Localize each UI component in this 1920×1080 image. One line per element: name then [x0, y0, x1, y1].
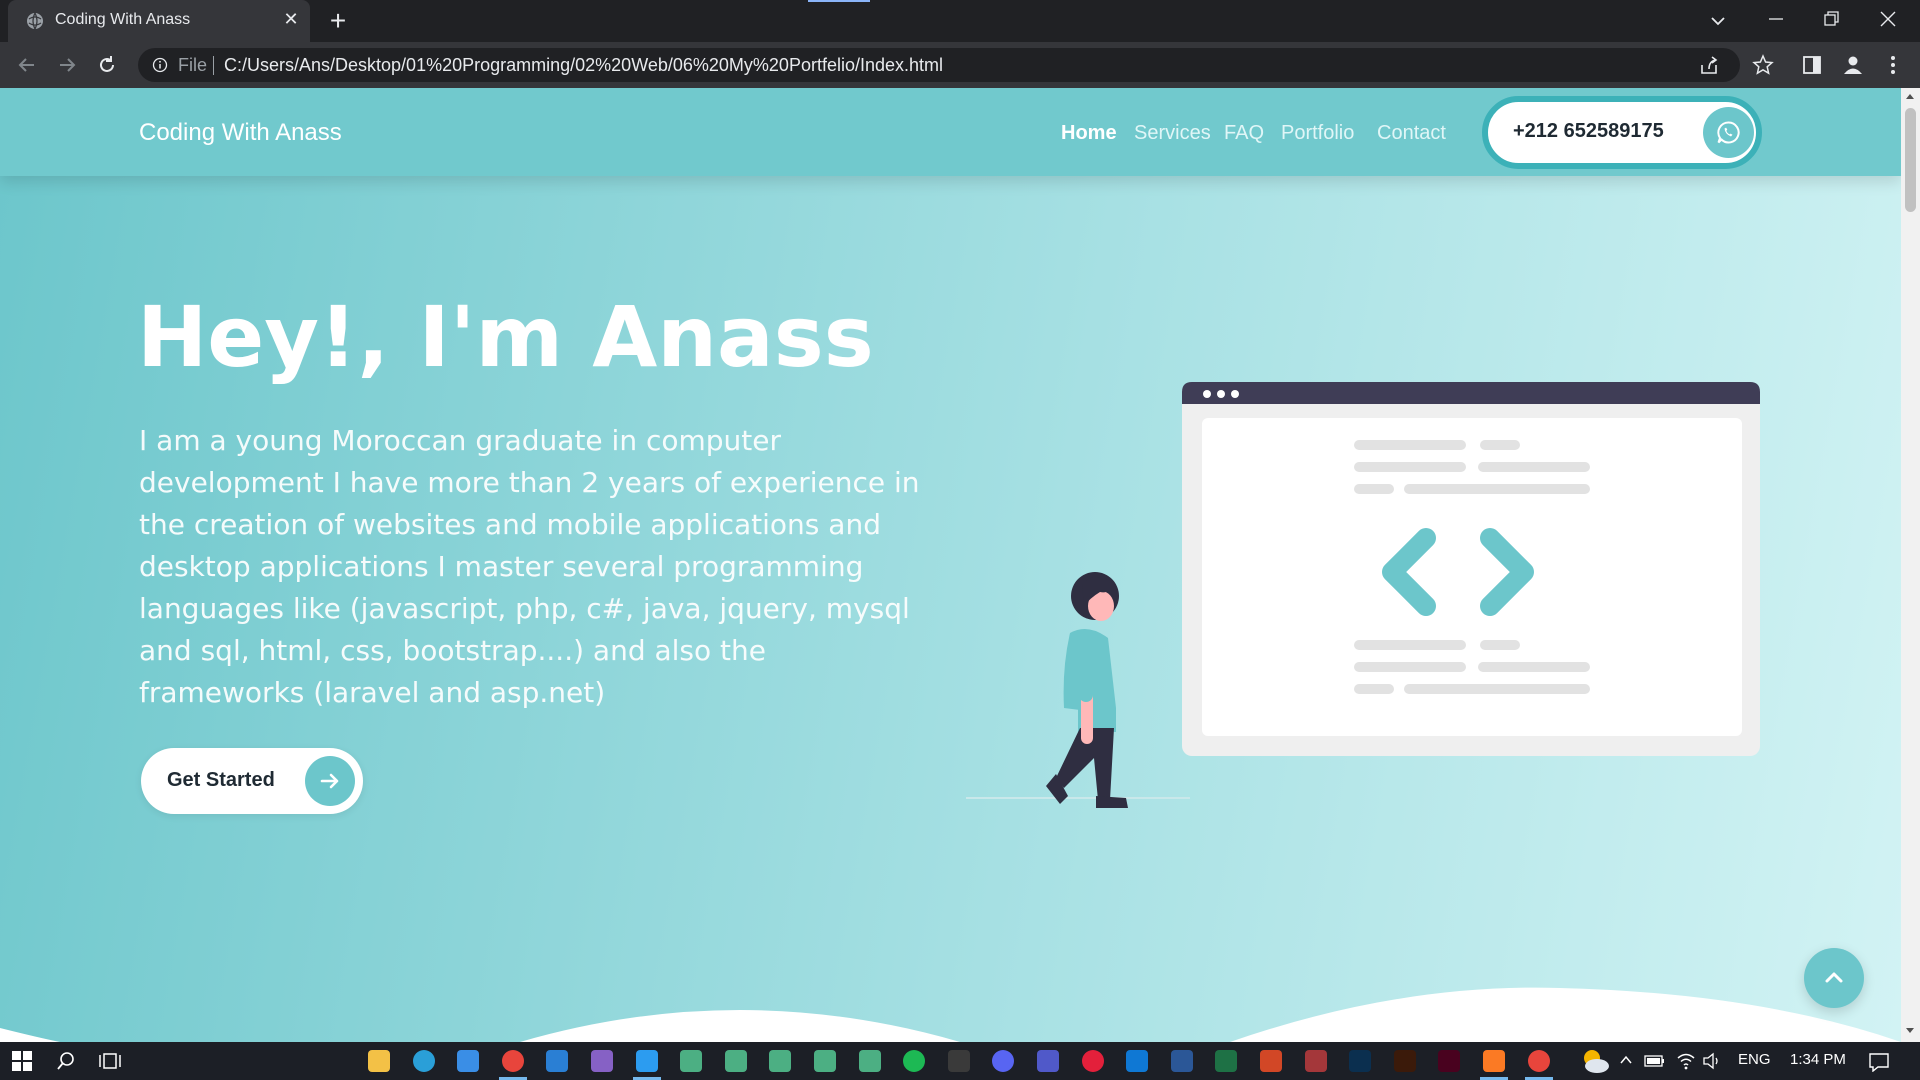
search-icon[interactable] [56, 1051, 76, 1071]
scroll-to-top-button[interactable] [1804, 948, 1864, 1008]
language-indicator[interactable]: ENG [1738, 1051, 1771, 1068]
developer-illustration [966, 382, 1760, 808]
app-icon[interactable] [680, 1050, 702, 1072]
menu-kebab-icon[interactable] [1882, 54, 1904, 76]
tab-title: Coding With Anass [55, 11, 191, 28]
nav-home[interactable]: Home [1061, 122, 1117, 145]
battery-icon[interactable] [1644, 1054, 1666, 1068]
weather-icon[interactable] [1580, 1048, 1610, 1074]
forward-arrow-icon[interactable] [54, 52, 80, 78]
visual-studio-icon[interactable] [591, 1050, 613, 1072]
chevron-up-icon [1825, 972, 1843, 983]
spotify-icon[interactable] [903, 1050, 925, 1072]
nav-contact[interactable]: Contact [1377, 122, 1446, 145]
cta-arrow-circle [305, 756, 355, 806]
windows-start-icon[interactable] [12, 1051, 32, 1071]
wifi-icon[interactable] [1676, 1052, 1696, 1070]
notification-icon[interactable] [1868, 1052, 1890, 1072]
chrome-icon[interactable] [1528, 1050, 1550, 1072]
address-bar[interactable]: File C:/Users/Ans/Desktop/01%20Programmi… [138, 48, 1740, 82]
app-icon[interactable] [769, 1050, 791, 1072]
opera-icon[interactable] [1082, 1050, 1104, 1072]
close-icon [1880, 11, 1896, 27]
globe-icon [27, 12, 43, 30]
browser-tab-strip: Coding With Anass ✕ + [0, 0, 1920, 42]
profile-icon[interactable] [1842, 54, 1864, 76]
browser-toolbar: File C:/Users/Ans/Desktop/01%20Programmi… [0, 42, 1920, 88]
store-icon[interactable] [457, 1050, 479, 1072]
url-text[interactable]: C:/Users/Ans/Desktop/01%20Programming/02… [224, 55, 943, 76]
scroll-up-arrow-icon[interactable] [1906, 94, 1914, 99]
xampp-icon[interactable] [1483, 1050, 1505, 1072]
outlook-icon[interactable] [1126, 1050, 1148, 1072]
loading-indicator [808, 0, 870, 2]
nav-portfolio[interactable]: Portfolio [1281, 122, 1354, 145]
new-tab-button[interactable]: + [325, 7, 351, 35]
hero-title: Hey!, I'm Anass [137, 288, 874, 386]
arrow-right-icon [320, 773, 339, 789]
windows-taskbar: ENG 1:34 PM [0, 1042, 1920, 1080]
back-arrow-icon[interactable] [14, 52, 40, 78]
get-started-label: Get Started [167, 769, 275, 791]
teams-icon[interactable] [1037, 1050, 1059, 1072]
wave-decoration [0, 987, 1901, 1042]
site-header: Coding With Anass Home Services FAQ Port… [0, 88, 1901, 176]
vscode-icon[interactable] [636, 1050, 658, 1072]
scrollbar-thumb[interactable] [1905, 108, 1916, 212]
file-explorer-icon[interactable] [368, 1050, 390, 1072]
access-icon[interactable] [1305, 1050, 1327, 1072]
mail-icon[interactable] [546, 1050, 568, 1072]
app-icon[interactable] [814, 1050, 836, 1072]
divider [213, 56, 214, 75]
edge-icon[interactable] [413, 1050, 435, 1072]
star-icon[interactable] [1752, 54, 1774, 76]
epic-games-icon[interactable] [948, 1050, 970, 1072]
nav-faq[interactable]: FAQ [1224, 122, 1264, 145]
scroll-down-arrow-icon[interactable] [1906, 1028, 1914, 1033]
minimize-icon [1769, 18, 1783, 20]
hero-description: I am a young Moroccan graduate in comput… [139, 424, 920, 709]
page-scrollbar[interactable] [1901, 88, 1920, 1042]
chevron-down-icon[interactable] [1707, 10, 1729, 32]
site-logo[interactable]: Coding With Anass [139, 119, 342, 147]
phone-contact-button[interactable]: +212 652589175 [1482, 96, 1762, 169]
whatsapp-button[interactable] [1703, 107, 1754, 158]
share-icon[interactable] [1698, 55, 1720, 77]
phone-number: +212 652589175 [1513, 120, 1664, 142]
app-icon[interactable] [725, 1050, 747, 1072]
side-panel-icon[interactable] [1801, 54, 1823, 76]
chevron-up-icon[interactable] [1618, 1052, 1634, 1068]
photoshop-icon[interactable] [1349, 1050, 1371, 1072]
whatsapp-icon [1717, 121, 1740, 144]
task-view-icon[interactable] [99, 1051, 121, 1071]
indesign-icon[interactable] [1438, 1050, 1460, 1072]
walking-person-illustration [966, 572, 1190, 808]
minimize-button[interactable] [1748, 0, 1804, 38]
reload-icon[interactable] [94, 52, 120, 78]
word-icon[interactable] [1171, 1050, 1193, 1072]
clock[interactable]: 1:34 PM [1790, 1051, 1846, 1068]
info-icon[interactable] [152, 57, 168, 73]
discord-icon[interactable] [992, 1050, 1014, 1072]
code-window-illustration [1182, 382, 1760, 756]
powerpoint-icon[interactable] [1260, 1050, 1282, 1072]
close-window-button[interactable] [1860, 0, 1916, 38]
volume-icon[interactable] [1702, 1052, 1722, 1070]
chrome-icon[interactable] [502, 1050, 524, 1072]
browser-tab[interactable]: Coding With Anass ✕ [8, 0, 310, 42]
restore-button[interactable] [1804, 0, 1860, 38]
page-viewport: Coding With Anass Home Services FAQ Port… [0, 88, 1901, 1042]
restore-icon [1824, 11, 1839, 26]
nav-services[interactable]: Services [1134, 122, 1211, 145]
url-scheme-label: File [178, 55, 208, 75]
close-icon[interactable]: ✕ [280, 9, 302, 31]
excel-icon[interactable] [1215, 1050, 1237, 1072]
illustrator-icon[interactable] [1394, 1050, 1416, 1072]
app-icon[interactable] [859, 1050, 881, 1072]
get-started-button[interactable]: Get Started [141, 748, 363, 814]
